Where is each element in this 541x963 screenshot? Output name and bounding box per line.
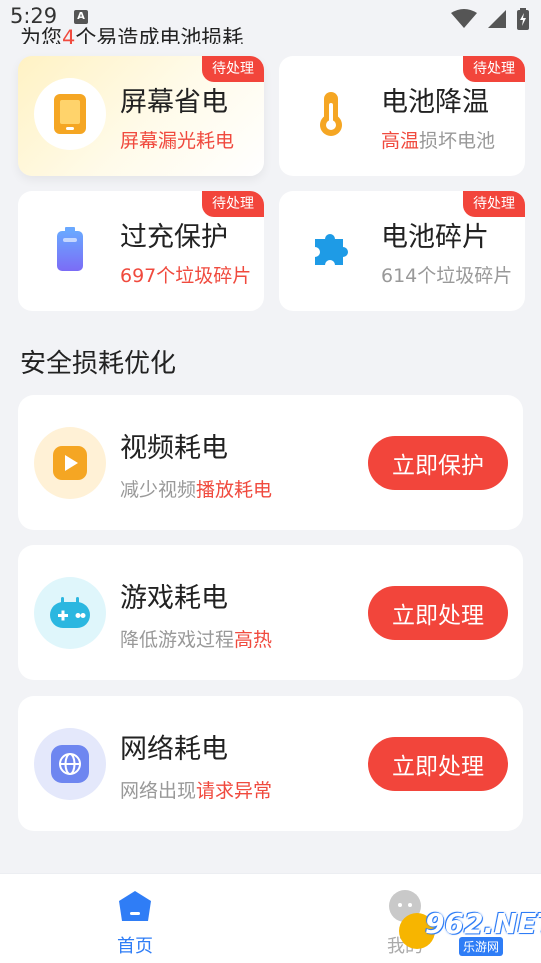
card-subtitle: 减少视频播放耗电 [120,479,273,501]
tile-title: 电池碎片 [381,222,489,253]
card-network-power: 网络耗电 网络出现请求异常 立即处理 [18,696,523,831]
protect-now-button[interactable]: 立即保护 [368,436,508,490]
card-game-power: 游戏耗电 降低游戏过程高热 立即处理 [18,545,523,680]
status-icons [451,8,529,30]
tile-subtitle: 614个垃圾碎片 [381,265,513,287]
card-video-power: 视频耗电 减少视频播放耗电 立即保护 [18,395,523,530]
card-title: 视频耗电 [120,433,228,464]
card-subtitle: 网络出现请求异常 [120,780,273,802]
puzzle-icon [295,213,367,285]
card-title: 网络耗电 [120,734,228,765]
tile-subtitle: 697个垃圾碎片 [120,265,252,287]
tab-home-label: 首页 [117,936,153,957]
card-title: 游戏耗电 [120,583,228,614]
video-play-icon [34,427,106,499]
heading-count: 4 [62,26,76,44]
home-icon [115,886,155,926]
heading-text-post: 个易造成电池损耗 [75,26,244,44]
tablet-icon [34,78,106,150]
tile-subtitle: 高温损坏电池 [381,130,496,152]
wifi-icon [451,9,477,28]
card-subtitle: 降低游戏过程高热 [120,629,273,651]
site-watermark: 962.NET 乐游网 [399,907,541,956]
handle-now-button[interactable]: 立即处理 [368,586,508,640]
signal-icon [488,10,506,28]
battery-icon [34,213,106,285]
heading-text-pre: 为您 [20,26,62,44]
tile-title: 电池降温 [381,87,489,118]
pending-badge: 待处理 [463,56,525,82]
page-heading: 为您4个易造成电池损耗 [20,22,243,44]
globe-icon [34,728,106,800]
gamepad-icon [34,577,106,649]
tile-battery-fragments[interactable]: 待处理 电池碎片 614个垃圾碎片 [279,191,525,311]
battery-status-icon [517,8,529,30]
bottom-tab-bar: 首页 我的 962.NET 乐游网 [0,873,541,963]
pending-badge: 待处理 [463,191,525,217]
tile-title: 屏幕省电 [120,87,228,118]
tab-home[interactable]: 首页 [75,874,195,963]
tile-battery-cool[interactable]: 待处理 电池降温 高温损坏电池 [279,56,525,176]
pending-badge: 待处理 [202,56,264,82]
tile-subtitle: 屏幕漏光耗电 [120,130,235,152]
tile-overcharge[interactable]: 待处理 过充保护 697个垃圾碎片 [18,191,264,311]
thermometer-icon [295,78,367,150]
watermark-sub-text: 乐游网 [459,937,504,956]
section-title: 安全损耗优化 [20,349,177,379]
tile-title: 过充保护 [120,222,228,253]
handle-now-button[interactable]: 立即处理 [368,737,508,791]
watermark-main-text: 962.NET [425,907,541,940]
tile-screen-save[interactable]: 待处理 屏幕省电 屏幕漏光耗电 [18,56,264,176]
pending-badge: 待处理 [202,191,264,217]
